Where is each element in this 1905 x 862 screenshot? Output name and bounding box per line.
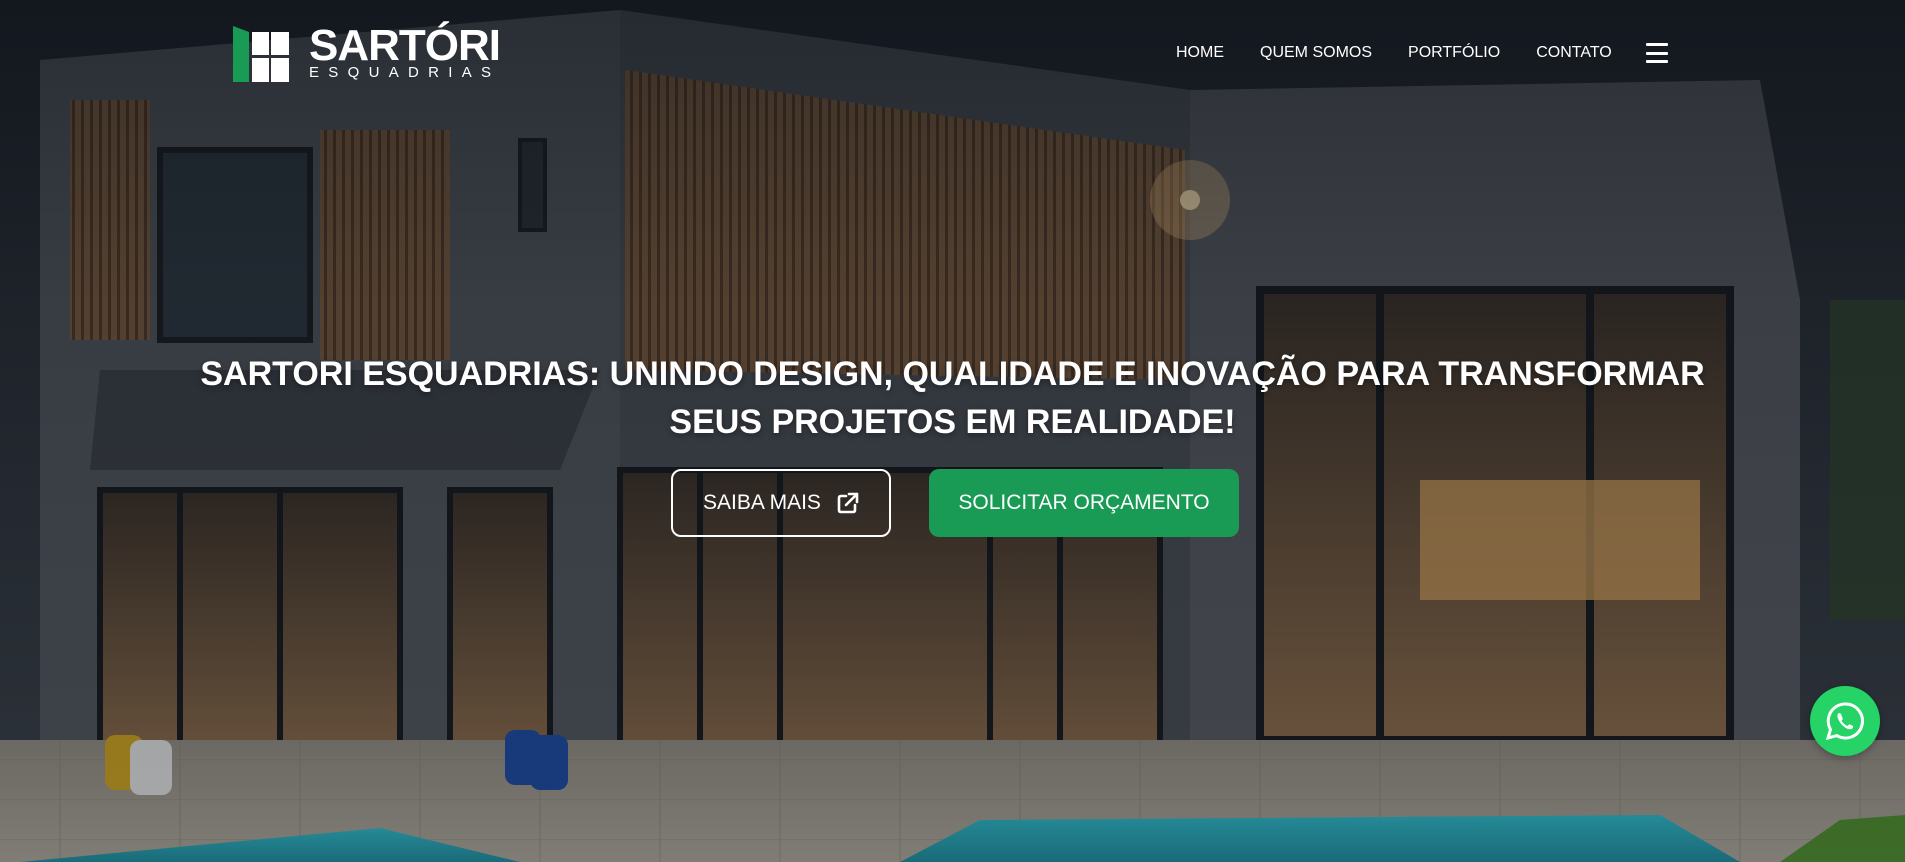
hero-headline: SARTORI ESQUADRIAS: UNINDO DESIGN, QUALI… <box>200 350 1705 446</box>
whatsapp-icon <box>1825 702 1864 741</box>
learn-more-button[interactable]: SAIBA MAIS <box>671 469 891 537</box>
brand-tagline: ESQUADRIAS <box>309 64 501 81</box>
external-link-icon <box>837 492 859 514</box>
nav-link-portfolio[interactable]: PORTFÓLIO <box>1408 42 1500 64</box>
hamburger-bar <box>1645 43 1668 46</box>
hamburger-icon[interactable] <box>1645 43 1668 63</box>
brand-logo[interactable]: SARTÓRI ESQUADRIAS <box>233 22 501 82</box>
hero-headline-bold: SARTORI ESQUADRIAS: <box>200 355 601 393</box>
logo-mark-icon <box>233 26 289 82</box>
brand-name: SARTÓRI <box>309 21 501 70</box>
learn-more-label: SAIBA MAIS <box>703 491 821 514</box>
whatsapp-button[interactable] <box>1810 686 1880 756</box>
nav-link-quem-somos[interactable]: QUEM SOMOS <box>1260 42 1372 64</box>
nav-link-contato[interactable]: CONTATO <box>1536 42 1612 64</box>
site-header: SARTÓRI ESQUADRIAS HOME QUEM SOMOS PORTF… <box>0 0 1905 110</box>
nav-link-home[interactable]: HOME <box>1176 42 1224 64</box>
main-nav: HOME QUEM SOMOS PORTFÓLIO CONTATO <box>1176 42 1668 64</box>
hamburger-bar <box>1645 51 1668 55</box>
request-quote-button[interactable]: SOLICITAR ORÇAMENTO <box>929 469 1239 537</box>
hamburger-bar <box>1645 60 1668 63</box>
hero-headline-rest: UNINDO DESIGN, QUALIDADE E INOVAÇÃO PARA… <box>600 355 1705 441</box>
